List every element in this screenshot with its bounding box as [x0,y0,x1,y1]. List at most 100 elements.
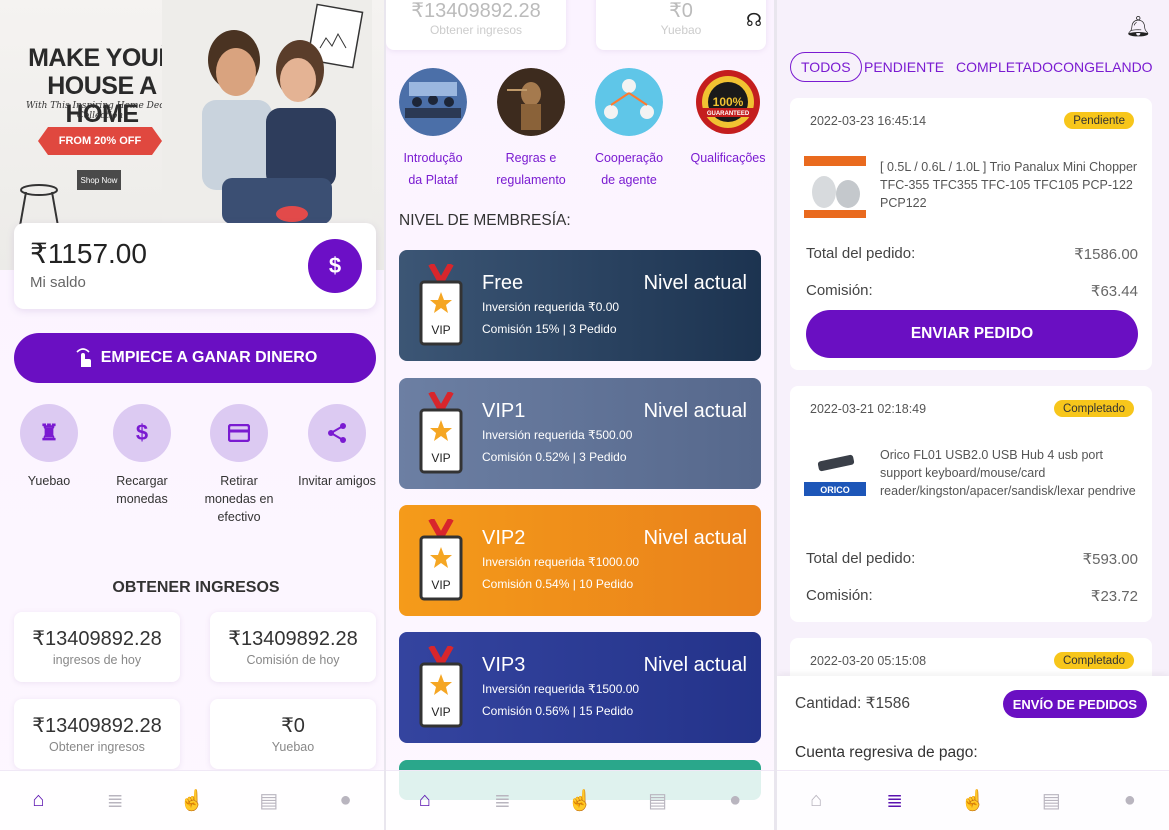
vip-badge-icon: VIP [419,264,463,346]
profile-icon[interactable]: ● [715,781,755,821]
top-stat-yuebao: ₹0 Yuebao [596,0,766,50]
bottom-tab-bar: ⌂ ≣ ☝ ▤ ● [777,770,1169,830]
tab-pending[interactable]: PENDIENTE [864,52,944,82]
order-card: 2022-03-21 02:18:49 Completado ORICO Ori… [790,386,1152,622]
grab-icon[interactable]: ☝ [172,781,212,821]
piggy-bank-icon: ♜ [20,404,78,462]
tap-hand-icon [76,348,91,367]
order-total-row: Total del pedido: ₹1586.00 [806,245,1138,263]
send-order-button[interactable]: ENVIAR PEDIDO [806,310,1138,358]
stat-value: ₹13409892.28 [411,0,541,22]
three-screen-composite: MAKE YOUR HOUSE A HOME With This Inspiri… [0,0,1169,830]
level-commission: Comisión 15% | 3 Pedido [482,322,617,336]
quick-withdraw[interactable]: Retirar monedas en efectivo [199,404,279,526]
network-photo [595,68,663,136]
order-total-row: Total del pedido: ₹593.00 [806,550,1138,568]
order-total-value: ₹1586.00 [1074,246,1138,263]
profile-icon[interactable]: ● [1110,781,1150,821]
info-label: Introdução da Plataf [403,151,463,187]
stat-label: Yuebao [660,23,702,37]
svg-text:VIP: VIP [431,323,450,337]
justice-statue-photo [497,68,565,136]
grab-icon[interactable]: ☝ [560,781,600,821]
earnings-section-title: OBTENER INGRESOS [112,579,280,596]
svg-text:ORICO: ORICO [820,485,850,495]
info-rules[interactable]: Regras e regulamento [487,68,575,191]
svg-text:VIP: VIP [431,578,450,592]
home-icon[interactable]: ⌂ [796,781,836,821]
quick-withdraw-label: Retirar monedas en efectivo [204,474,274,524]
bottom-tab-bar: ⌂ ≣ ☝ ▤ ● [0,770,384,830]
stat-value: ₹13409892.28 [32,628,162,650]
bottom-tab-bar: ⌂ ≣ ☝ ▤ ● [386,770,774,830]
orders-icon[interactable]: ≣ [482,781,522,821]
product-name: Orico FL01 USB2.0 USB Hub 4 usb port sup… [880,448,1136,498]
stat-value: ₹0 [669,0,693,22]
svg-text:100%: 100% [713,95,744,109]
orders-screen: 🔔︎ TODOS PENDIENTE COMPLETADO CONGELANDO… [777,0,1169,830]
level-card-free[interactable]: VIP Free Nivel actual Inversión requerid… [399,250,761,361]
submit-orders-button[interactable]: ENVÍO DE PEDIDOS [1002,690,1147,718]
share-icon [308,404,366,462]
level-investment: Inversión requerida ₹1000.00 [482,555,640,569]
home-icon[interactable]: ⌂ [18,781,58,821]
tab-freezing[interactable]: CONGELANDO [1053,52,1153,82]
info-qualifications[interactable]: 100% GUARANTEED Qualificações [684,68,772,169]
level-name: VIP3 [482,654,526,676]
message-icon[interactable]: ▤ [249,781,289,821]
profile-icon[interactable]: ● [326,781,366,821]
dollar-button[interactable]: $ [308,239,362,293]
quick-yuebao[interactable]: ♜ Yuebao [9,404,89,490]
start-earning-label: EMPIECE A GANAR DINERO [100,349,318,366]
stat-value: ₹13409892.28 [32,715,162,737]
order-total-label: Total del pedido: [806,245,916,262]
headset-icon[interactable]: ☊ [746,10,762,31]
bell-icon[interactable]: 🔔︎ [1126,14,1151,39]
orders-icon[interactable]: ≣ [875,781,915,821]
quantity-text: Cantidad: ₹1586 [795,695,911,712]
tab-completed[interactable]: COMPLETADO [956,52,1053,82]
stat-today-commission: ₹13409892.28 Comisión de hoy [210,612,376,682]
quick-recharge-label: Recargar monedas [116,474,168,506]
level-status: Nivel actual [643,272,747,294]
vip-badge-icon: VIP [419,519,463,601]
info-platform-intro[interactable]: Introdução da Plataf [389,68,477,191]
order-card: 2022-03-23 16:45:14 Pendiente [ 0.5L / 0… [790,98,1152,370]
meeting-photo [399,68,467,136]
svg-text:GUARANTEED: GUARANTEED [707,111,750,117]
orders-icon[interactable]: ≣ [95,781,135,821]
status-badge: Pendiente [1064,112,1134,129]
message-icon[interactable]: ▤ [1031,781,1071,821]
level-commission: Comisión 0.54% | 10 Pedido [482,577,634,591]
product-thumbnail [804,156,866,218]
home-icon[interactable]: ⌂ [405,781,445,821]
info-label: Cooperação de agente [594,151,664,187]
product-thumbnail: ORICO [804,446,866,508]
level-status: Nivel actual [643,654,747,676]
stat-today-income: ₹13409892.28 ingresos de hoy [14,612,180,682]
order-total-label: Total del pedido: [806,550,916,567]
tab-all[interactable]: TODOS [790,52,862,82]
grab-icon[interactable]: ☝ [953,781,993,821]
stat-label: Obtener ingresos [429,23,523,37]
order-commission-row: Comisión: ₹23.72 [806,587,1138,605]
info-agent-cooperation[interactable]: Cooperação de agente [585,68,673,191]
shop-now-button[interactable]: Shop Now [77,170,121,190]
start-earning-button[interactable]: EMPIECE A GANAR DINERO [14,333,376,383]
order-filter-tabs: TODOS PENDIENTE COMPLETADO CONGELANDO [790,52,1162,84]
level-card-vip2[interactable]: VIP VIP2 Nivel actual Inversión requerid… [399,505,761,616]
message-icon[interactable]: ▤ [638,781,678,821]
level-card-vip1[interactable]: VIP VIP1 Nivel actual Inversión requerid… [399,378,761,489]
level-card-vip3[interactable]: VIP VIP3 Nivel actual Inversión requerid… [399,632,761,743]
order-total-value: ₹593.00 [1082,551,1138,568]
vip-badge-icon: VIP [419,392,463,474]
dollar-coin-icon: $ [113,404,171,462]
stat-label: Obtener ingresos [49,740,145,754]
checkout-bar: Cantidad: ₹1586 ENVÍO DE PEDIDOS Cuenta … [777,676,1169,772]
quick-invite[interactable]: Invitar amigos [297,404,377,490]
quick-recharge[interactable]: $ Recargar monedas [102,404,182,508]
level-name: VIP2 [482,527,526,549]
balance-card: ₹1157.00 Mi saldo $ [14,223,376,309]
banner-offer: FROM 20% OFF [38,127,162,155]
vip-badge-icon: VIP [419,646,463,728]
